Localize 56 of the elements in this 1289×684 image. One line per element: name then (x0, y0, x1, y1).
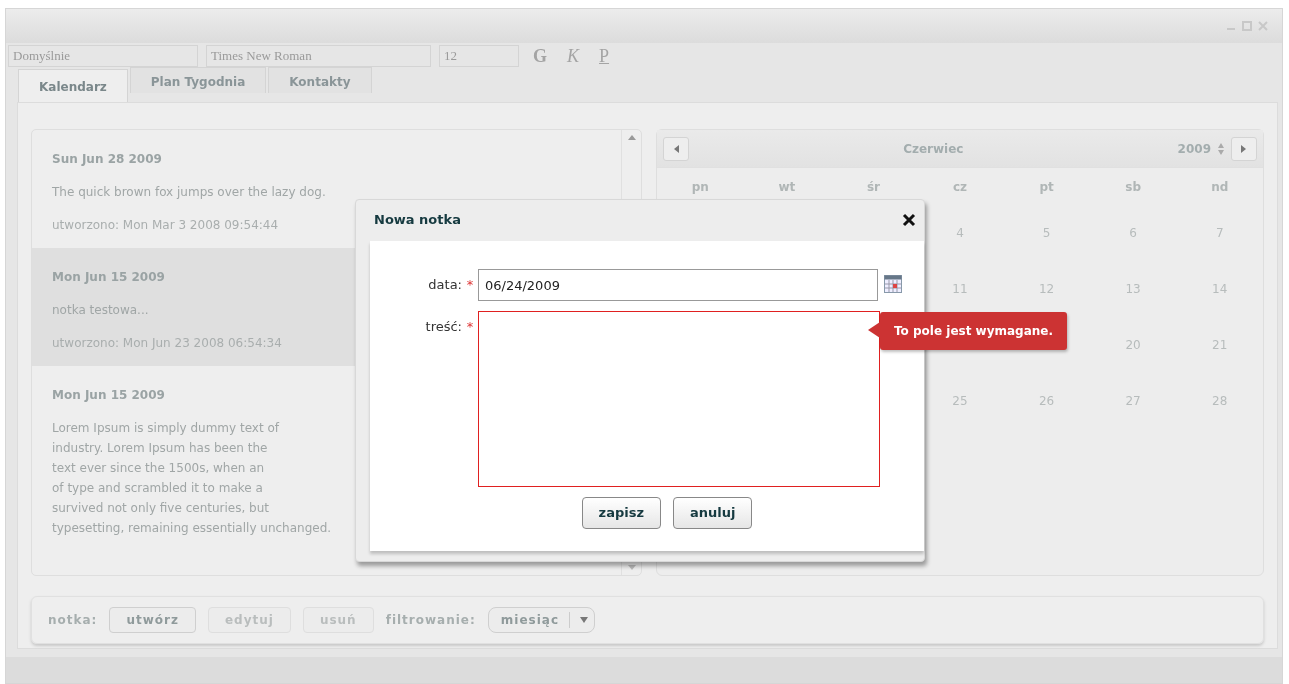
filter-select[interactable]: miesiąc (487, 607, 595, 633)
tab[interactable]: Kalendarz (18, 69, 128, 102)
spinner-icon[interactable] (1217, 141, 1225, 156)
note-text: typesetting, remaining essentially unchanged. (52, 520, 333, 537)
dialog-button[interactable]: zapisz (581, 497, 661, 529)
field-label: treść: (424, 318, 462, 336)
note-text: survived not only five centuries, but (52, 500, 271, 517)
dialog-title: Nowa notka (374, 211, 461, 230)
note-text: Lorem Ipsum is simply dummy text of (52, 420, 281, 437)
font-select[interactable]: Times New Roman (206, 45, 431, 67)
date-field[interactable]: 06/24/2009 (478, 269, 878, 301)
weekday-label: nd (1210, 179, 1230, 196)
right-arrow-icon (1240, 143, 1248, 154)
left-arrow-icon (672, 143, 680, 154)
weekday-label: śr (865, 179, 881, 196)
required-mark: * (465, 318, 475, 336)
note-text: notka testowa... (52, 302, 150, 319)
note-text: The quick brown fox jumps over the lazy dog. (52, 184, 327, 201)
note-text: of type and scrambled it to make a (52, 480, 264, 497)
format-button[interactable]: K (567, 46, 580, 66)
weekday-label: pn (690, 179, 710, 196)
weekday-label: pt (1038, 179, 1055, 196)
month-label: Czerwiec (902, 140, 965, 158)
note-button[interactable]: utwórz (109, 607, 196, 633)
note-date: Mon Jun 15 2009 (52, 387, 166, 404)
required-mark: * (465, 276, 475, 294)
weekday-label: sb (1124, 179, 1142, 196)
note-text: industry. Lorem Ipsum has been the (52, 440, 269, 457)
maximize-icon[interactable] (1242, 21, 1252, 31)
dialog-button[interactable]: anuluj (672, 497, 753, 529)
tab[interactable]: Plan Tygodnia (129, 67, 267, 93)
note-label: notka: (48, 612, 98, 629)
weekday-label: wt (777, 179, 797, 196)
previous-month-button[interactable] (663, 136, 689, 161)
format-button[interactable]: P (599, 46, 610, 66)
tooltip-pointer (868, 322, 880, 338)
note-date: Sun Jun 28 2009 (52, 151, 163, 168)
format-button[interactable]: G (533, 46, 547, 66)
style-select[interactable]: Domyślnie (8, 45, 198, 67)
font-size-select[interactable]: 12 (439, 45, 519, 67)
note-date: Mon Jun 15 2009 (52, 269, 166, 286)
weekday-label: cz (951, 179, 969, 196)
calendar-icon[interactable] (884, 275, 902, 293)
field-label: data: (427, 276, 462, 294)
close-icon[interactable] (902, 213, 916, 227)
dropdown-caret-icon (580, 617, 588, 623)
note-text: text ever since the 1500s, when an (52, 460, 266, 477)
scroll-down-icon[interactable] (626, 564, 637, 572)
year-label: 2009 (1177, 140, 1211, 158)
scroll-up-icon[interactable] (626, 133, 637, 141)
tab[interactable]: Kontakty (268, 67, 372, 93)
text-area-field[interactable] (478, 311, 880, 487)
next-month-button[interactable] (1231, 136, 1257, 161)
filter-label: filtrowanie: (385, 612, 476, 629)
note-item[interactable]: Sun Jun 28 2009 The quick brown fox jumps over the lazy dog. utworzono: Mon Mar 3 2008 09:54:44 (32, 130, 356, 248)
note-created: utworzono: Mon Mar 3 2008 09:54:44 (52, 217, 279, 234)
